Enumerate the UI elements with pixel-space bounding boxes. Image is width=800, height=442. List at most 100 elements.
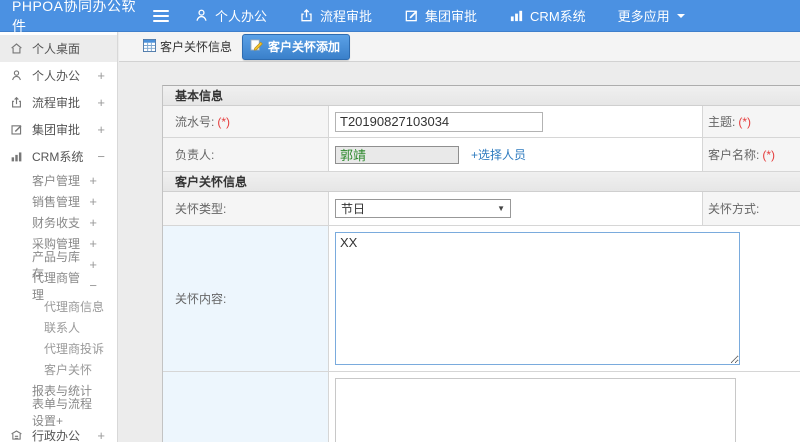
nav-label: 更多应用 (617, 9, 670, 24)
sidebar: 个人桌面 个人办公 + 流程审批 + 集团审批 + CRM系统 − 客户管理 +… (0, 32, 118, 442)
care-method-label-cell: 关怀方式: (703, 192, 800, 225)
edit-square-icon (404, 8, 419, 23)
serial-input-cell (329, 106, 703, 137)
sidebar-item-label: CRM系统 (32, 150, 84, 164)
expand-icon[interactable]: + (97, 428, 105, 442)
nav-label: 集团审批 (425, 9, 478, 24)
sidebar-item-personal-desktop[interactable]: 个人桌面 (0, 35, 117, 62)
sidebar-item-personal-office[interactable]: 个人办公 + (0, 62, 117, 89)
sidebar-item-label: 联系人 (44, 321, 81, 335)
table-icon (143, 38, 156, 55)
collapse-icon[interactable]: − (89, 278, 97, 293)
sidebar-item-sales-management[interactable]: 销售管理 + (0, 191, 117, 212)
sidebar-item-finance[interactable]: 财务收支 + (0, 212, 117, 233)
expand-icon[interactable]: + (97, 68, 105, 83)
expand-icon[interactable]: + (89, 194, 97, 209)
sidebar-item-customer-management[interactable]: 客户管理 + (0, 170, 117, 191)
sidebar-item-label: 行政办公 (32, 429, 81, 442)
sidebar-item-label: 集团审批 (32, 123, 81, 137)
extra-textarea[interactable] (335, 378, 736, 442)
sidebar-item-label: 财务收支 (32, 216, 81, 230)
sidebar-item-label: 表单与流程设置+ (32, 396, 93, 428)
edit-square-icon (10, 123, 25, 136)
nav-label: 流程审批 (320, 9, 373, 24)
expand-icon[interactable]: + (97, 122, 105, 137)
customer-name-label-cell: 客户名称: (*) (703, 138, 800, 171)
required-marker: (*) (217, 114, 231, 129)
bar-chart-icon (10, 150, 25, 163)
sidebar-item-customer-care[interactable]: 客户关怀 (0, 359, 117, 380)
tab-customer-care-info[interactable]: 客户关怀信息 (143, 38, 232, 55)
expand-icon[interactable]: + (89, 257, 97, 272)
caret-down-icon: ▼ (497, 204, 505, 213)
sidebar-item-workflow-approval[interactable]: 流程审批 + (0, 89, 117, 116)
nav-crm-system[interactable]: CRM系统 (509, 6, 586, 25)
sidebar-item-label: 销售管理 (32, 195, 81, 209)
care-type-label-cell: 关怀类型: (163, 192, 329, 225)
sidebar-item-label: 客户管理 (32, 174, 81, 188)
select-personnel-link[interactable]: +选择人员 (471, 146, 526, 163)
extra-input-cell (329, 372, 800, 442)
caret-down-icon (676, 12, 686, 20)
form-row-care-content: 关怀内容: XX (163, 226, 800, 372)
tab-label: 客户关怀信息 (160, 40, 233, 54)
expand-icon[interactable]: + (97, 95, 105, 110)
sidebar-item-crm-system[interactable]: CRM系统 − (0, 143, 117, 170)
form-row-extra (163, 372, 800, 442)
sidebar-item-label: 个人桌面 (32, 42, 81, 56)
upload-icon (10, 96, 25, 109)
care-method-label: 关怀方式: (708, 202, 760, 216)
nav-label: CRM系统 (530, 9, 586, 24)
sidebar-item-agent-complaints[interactable]: 代理商投诉 (0, 338, 117, 359)
edit-page-icon (250, 38, 263, 54)
subject-label: 主题: (708, 115, 736, 129)
owner-input[interactable] (335, 145, 459, 164)
section-header-care-info: 客户关怀信息 (163, 172, 800, 192)
care-type-selected-value: 节日 (341, 202, 366, 216)
care-content-label: 关怀内容: (175, 292, 227, 306)
serial-number-input[interactable] (335, 111, 543, 132)
bar-chart-icon (509, 8, 524, 23)
nav-personal-office[interactable]: 个人办公 (194, 6, 267, 25)
sidebar-item-group-approval[interactable]: 集团审批 + (0, 116, 117, 143)
hamburger-menu-icon[interactable] (150, 9, 172, 22)
upload-icon (299, 8, 314, 23)
care-type-input-cell: 节日 ▼ (329, 192, 703, 225)
care-type-label: 关怀类型: (175, 202, 227, 216)
form-row-care-type: 关怀类型: 节日 ▼ 关怀方式: (163, 192, 800, 226)
expand-icon[interactable]: + (89, 236, 97, 251)
form-row-serial: 流水号: (*) 主题: (*) (163, 106, 800, 138)
section-header-basic-info: 基本信息 (163, 86, 800, 106)
care-content-textarea[interactable]: XX (335, 232, 740, 365)
sidebar-item-label: 代理商投诉 (44, 342, 105, 356)
sidebar-item-label: 个人办公 (32, 69, 81, 83)
expand-icon[interactable]: + (89, 173, 97, 188)
customer-care-form: 基本信息 流水号: (*) 主题: (*) 负责人: (162, 85, 800, 442)
expand-icon[interactable]: + (89, 215, 97, 230)
care-content-label-cell: 关怀内容: (163, 226, 329, 371)
tab-label: 客户关怀添加 (268, 39, 341, 54)
home-icon (10, 42, 25, 55)
sidebar-item-contacts[interactable]: 联系人 (0, 317, 117, 338)
customer-name-label: 客户名称: (708, 148, 760, 162)
serial-label: 流水号: (175, 115, 215, 129)
nav-group-approval[interactable]: 集团审批 (404, 6, 477, 25)
collapse-icon[interactable]: − (97, 149, 105, 164)
nav-label: 个人办公 (215, 9, 268, 24)
sidebar-item-form-workflow-settings[interactable]: 表单与流程设置+ (0, 397, 117, 428)
serial-label-cell: 流水号: (*) (163, 106, 329, 137)
top-bar: PHPOA协同办公软件 个人办公 流程审批 集团审批 CRM系统 更多应用 (0, 0, 800, 34)
care-type-select[interactable]: 节日 ▼ (335, 199, 511, 218)
owner-label-cell: 负责人: (163, 138, 329, 171)
app-logo: PHPOA协同办公软件 (12, 0, 137, 34)
sidebar-item-agent-management[interactable]: 代理商管理 − (0, 271, 117, 302)
nav-more-apps[interactable]: 更多应用 (618, 6, 686, 25)
tab-customer-care-add[interactable]: 客户关怀添加 (242, 33, 351, 60)
form-row-owner: 负责人: +选择人员 客户名称: (*) (163, 138, 800, 172)
care-content-input-cell: XX (329, 226, 800, 371)
sidebar-item-label: 客户关怀 (44, 363, 93, 377)
nav-workflow-approval[interactable]: 流程审批 (299, 6, 372, 25)
extra-label-cell (163, 372, 329, 442)
sidebar-item-agent-info[interactable]: 代理商信息 (0, 296, 117, 317)
sidebar-item-label: 流程审批 (32, 96, 81, 110)
